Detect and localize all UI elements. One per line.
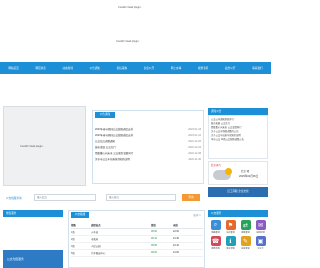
info-icon: ℹ	[225, 236, 236, 246]
table-row[interactable]: 3路 人民公园 05:50 22:10	[71, 242, 203, 250]
service-icon-grid: ⌕ 线路查询 ⚑ 站点查询 ⇄ 换乘查询 ✉ 失物招领 ☎ 服务热线 ℹ 乘车须知 ✎ 投诉建…	[208, 217, 268, 253]
nav-item-planning[interactable]: 规划专区	[190, 66, 217, 70]
photo-slideshow[interactable]: Couldn't load plugin.	[3, 106, 86, 186]
service-label: 乘车须知	[226, 248, 235, 250]
main-nav: 网站首页 网页浏览 动态新闻 公告通知 招标采购 信息公开 网上办事 规划专区 …	[0, 62, 271, 74]
table-cell: 06:00	[151, 249, 173, 257]
transfer-icon: ⇄	[240, 220, 251, 230]
plugin-placeholder-top: Couldn't load plugin.	[118, 6, 142, 9]
sidebar-heading: 通知公告	[208, 108, 268, 115]
table-cell: 22:10	[173, 242, 203, 250]
table-cell: 05:50	[151, 242, 173, 250]
service-bus-card[interactable]: ▣ 公交卡	[254, 236, 267, 250]
table-cell: 人民公园	[91, 242, 151, 250]
service-feedback[interactable]: ✎ 投诉建议	[239, 236, 252, 250]
table-cell: 火车站	[91, 228, 151, 236]
service-label: 站点查询	[226, 232, 235, 234]
service-rider-guide[interactable]: ℹ 乘车须知	[224, 236, 237, 250]
weather-header: 北京天气	[211, 164, 222, 167]
table-cell: 22:00	[173, 228, 203, 236]
table-cell: 06:00	[151, 228, 173, 236]
table-cell: 21:30	[173, 235, 203, 243]
destination-input[interactable]: 输入终点	[106, 194, 176, 201]
nav-item-gov-affairs[interactable]: 政务公开	[217, 66, 244, 70]
weather-widget: 北京天气 北京 晴 2025年02月06日	[208, 161, 268, 185]
search-button[interactable]: 查询	[182, 194, 200, 201]
sun-icon	[225, 168, 232, 175]
service-label: 线路查询	[211, 232, 220, 234]
routes-table: 线路 途经站点 首班 末班 1路 火车站 06:00 22:00 2路 市政府 …	[71, 222, 203, 257]
card-icon: ▣	[255, 236, 266, 246]
search-label: 公交线路查询	[6, 197, 22, 200]
table-cell: 市政府	[91, 235, 151, 243]
sidebar-notice-item[interactable]: 本市公交 11路公交线路调整公告	[211, 138, 265, 142]
tab-notices[interactable]: 公告通知	[95, 112, 115, 118]
service-panel: 公交服务 ⌕ 线路查询 ⚑ 站点查询 ⇄ 换乘查询 ✉ 失物招领 ☎ 服务热线 ℹ 乘车须知…	[208, 210, 268, 268]
service-hotline[interactable]: ☎ 服务热线	[209, 236, 222, 250]
table-row[interactable]: 2路 市政府 06:10 21:30	[71, 235, 203, 243]
nav-item-browse[interactable]: 网页浏览	[27, 66, 54, 70]
origin-input[interactable]: 输入起点	[34, 194, 96, 201]
mail-icon: ✉	[255, 220, 266, 230]
table-cell: 1路	[71, 228, 91, 236]
panel-heading: 便民服务	[3, 210, 63, 217]
table-cell: 06:10	[151, 235, 173, 243]
list-item-title[interactable]: 关于市公交车前乘客须知的说明	[95, 157, 130, 163]
convenience-panel: 便民服务 公交为民服务	[3, 210, 63, 268]
tab-routes[interactable]: 公交路线	[71, 212, 89, 218]
sidebar-notice-list: 公交公司通知新线开行 城市发展 公交先行 情暖重心向未来 公交温情同行 关于公交…	[208, 115, 268, 159]
plugin-placeholder-photo: Couldn't load plugin.	[20, 145, 44, 148]
table-cell: 2路	[71, 235, 91, 243]
table-cell: 3路	[71, 242, 91, 250]
service-label: 公交卡	[257, 248, 264, 250]
flag-icon: ⚑	[225, 220, 236, 230]
nav-item-disclosure[interactable]: 信息公开	[135, 66, 162, 70]
panel-heading: 公交服务	[208, 210, 268, 217]
list-item[interactable]: 关于市公交车前乘客须知的说明 2022-11-30	[95, 157, 201, 163]
nav-item-online-service[interactable]: 网上办事	[163, 66, 190, 70]
table-row[interactable]: 5路 汽车客运中心 06:00 21:00	[71, 249, 203, 257]
nav-item-tender[interactable]: 招标采购	[108, 66, 135, 70]
search-icon: ⌕	[210, 220, 221, 230]
weather-date: 2025年02月06日	[239, 175, 259, 178]
service-stop-query[interactable]: ⚑ 站点查询	[224, 220, 237, 234]
service-lost-found[interactable]: ✉ 失物招领	[254, 220, 267, 234]
service-transfer-query[interactable]: ⇄ 换乘查询	[239, 220, 252, 234]
plugin-placeholder-mid: Couldn't load plugin.	[116, 40, 140, 43]
nav-item-news[interactable]: 动态新闻	[54, 66, 81, 70]
more-link[interactable]: 更多>>	[193, 213, 201, 217]
header-banner: Couldn't load plugin. Couldn't load plug…	[0, 0, 271, 60]
service-route-query[interactable]: ⌕ 线路查询	[209, 220, 222, 234]
routes-panel: 公交路线 更多>> 线路 途经站点 首班 末班 1路 火车站 06:00 22:…	[68, 210, 205, 268]
pencil-icon: ✎	[240, 236, 251, 246]
phone-icon: ☎	[210, 236, 221, 246]
list-item-date: 2022-11-30	[188, 158, 201, 161]
service-label: 服务热线	[211, 248, 220, 250]
table-cell: 21:00	[173, 249, 203, 257]
right-sidebar: 通知公告 公交公司通知新线开行 城市发展 公交先行 情暖重心向未来 公交温情同行…	[208, 108, 268, 197]
notice-list: 2023年春节期间公交线路调度安排 2023-01-18 2023年春节期间公交线…	[95, 127, 201, 163]
service-image[interactable]: 公交为民服务	[3, 250, 63, 268]
table-cell: 5路	[71, 249, 91, 257]
notice-panel: 公告通知 2023年春节期间公交线路调度安排 2023-01-18 2023年春节…	[92, 110, 204, 184]
table-row[interactable]: 1路 火车站 06:00 22:00	[71, 228, 203, 236]
nav-item-home[interactable]: 网站首页	[0, 66, 27, 70]
service-label: 失物招领	[256, 232, 265, 234]
service-label: 换乘查询	[241, 232, 250, 234]
table-cell: 汽车客运中心	[91, 249, 151, 257]
nav-item-contact[interactable]: 联系我们	[244, 66, 271, 70]
nav-item-notices[interactable]: 公告通知	[81, 66, 108, 70]
service-label: 投诉建议	[241, 248, 250, 250]
route-search-bar: 公交线路查询 输入起点 输入终点 查询	[0, 192, 271, 204]
weather-city: 北京 晴	[241, 170, 250, 173]
